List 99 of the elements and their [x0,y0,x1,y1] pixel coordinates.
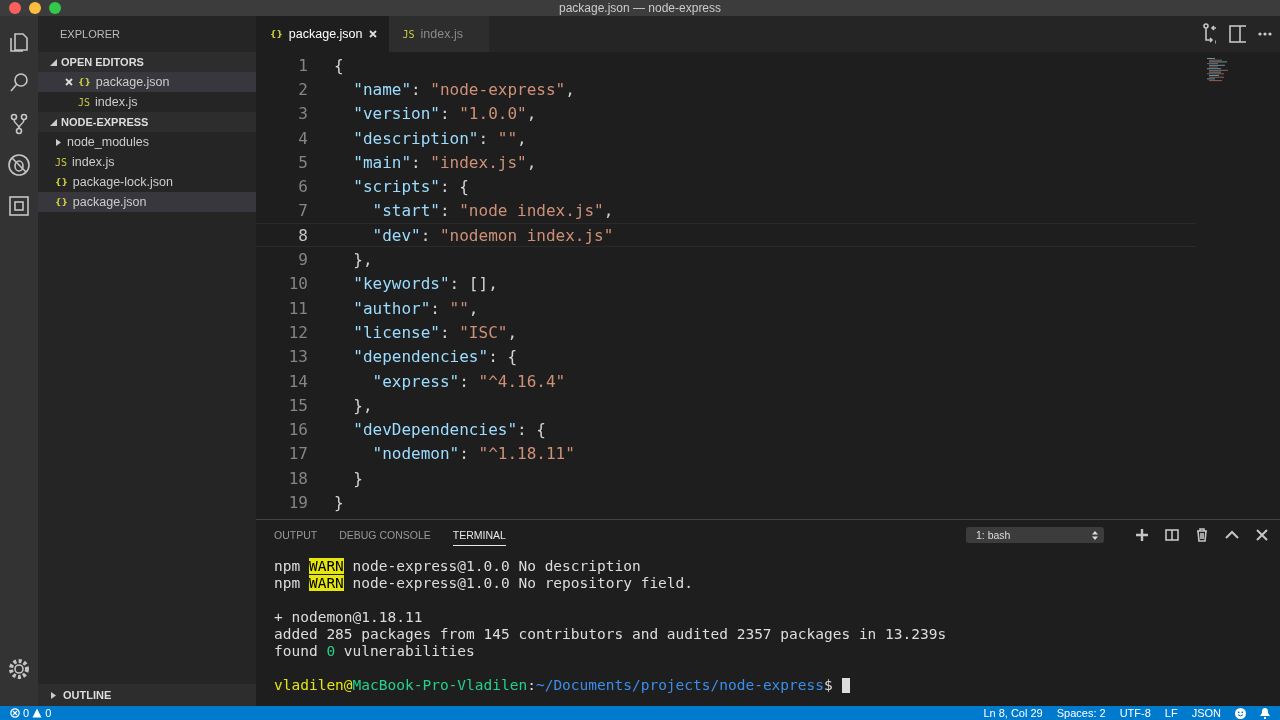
sidebar-title: EXPLORER [60,28,120,40]
line-number: 8 [297,225,308,245]
error-icon[interactable] [10,708,20,718]
line-number: 12 [287,322,308,342]
line-number: 1 [297,55,308,75]
minimize-window-button[interactable] [29,2,41,14]
status-item[interactable]: LF [1164,707,1178,719]
file-item[interactable]: package.json [95,75,170,89]
panel-tab[interactable]: TERMINAL [452,524,506,546]
code-line: "keywords": [], [352,274,498,294]
chevron-icon[interactable] [55,138,62,146]
panel-tab[interactable]: DEBUG CONSOLE [339,525,431,545]
code-line: "express": "^4.16.4" [371,371,566,391]
js-file-icon: JS [402,28,415,40]
warning-icon[interactable] [32,708,43,718]
code-line: "name": "node-express", [352,79,575,99]
close-window-button[interactable] [9,2,21,14]
close-icon[interactable] [1254,527,1270,543]
code-line: "author": "", [352,298,479,318]
line-number: 7 [297,201,308,221]
code-line: "description": "", [352,128,527,148]
line-number: 3 [297,104,308,124]
terminal-line: vladilen@MacBook-Pro-Vladilen:~/Documents/projects/node-express$ [274,677,833,694]
code-line: } [334,493,344,512]
code-line: "nodemon": "^1.18.11" [371,444,575,464]
split-editor-icon[interactable] [1228,22,1246,46]
line-number: 18 [287,468,308,488]
window-title: package.json — node-express [558,1,722,15]
json-file-icon: {} [270,29,283,39]
terminal-line: added 285 packages from 145 contributors and audited 2357 packages in 13.239s [274,626,947,643]
minimap [1206,58,1228,82]
json-file-icon: {} [55,197,68,207]
smiley-icon[interactable] [1235,707,1246,719]
json-file-icon: {} [55,177,68,187]
editor-tab[interactable]: {} package.json [256,16,389,52]
status-item[interactable]: JSON [1191,707,1221,719]
code-line: }, [352,250,373,269]
code-line: "dependencies": { [352,347,518,367]
files-icon[interactable] [7,30,31,54]
line-number: 11 [287,298,308,318]
trash-icon[interactable] [1194,527,1210,543]
extensions-icon[interactable] [7,194,31,218]
plus-icon[interactable] [1134,527,1150,543]
code-line: { [334,55,344,75]
section-header[interactable]: OUTLINE [63,689,112,701]
debug-icon[interactable] [7,153,31,177]
error-count[interactable]: 0 [23,707,30,719]
status-item[interactable]: UTF-8 [1119,707,1151,719]
code-line: "license": "ISC", [352,322,518,342]
line-number: 15 [287,395,308,415]
code-line: }, [352,395,373,415]
line-number: 14 [287,371,308,391]
maximize-window-button[interactable] [49,2,61,14]
panel-tab[interactable]: OUTPUT [274,525,318,545]
editor-tab[interactable]: JS index.js [388,16,489,52]
json-file-icon: {} [78,77,91,87]
line-number: 4 [297,128,308,148]
line-number: 6 [297,177,308,197]
code-line: } [352,468,363,488]
compare-icon[interactable] [1200,22,1216,46]
terminal-select[interactable]: 1: bash [966,527,1104,543]
line-number: 16 [287,420,308,440]
split-icon[interactable] [1164,527,1180,543]
line-number: 13 [287,347,308,367]
file-item[interactable]: package.json [72,195,147,209]
warning-count[interactable]: 0 [45,707,52,719]
js-file-icon: JS [55,156,68,168]
terminal-line: npm WARN node-express@1.0.0 No description [274,558,641,575]
line-number: 17 [287,444,308,464]
code-line: "main": "index.js", [352,152,537,172]
terminal-line: + nodemon@1.18.11 [274,609,423,626]
file-item[interactable]: node_modules [67,135,149,149]
file-item[interactable]: package-lock.json [72,175,173,189]
code-line: "scripts": { [352,177,469,197]
file-item[interactable]: index.js [95,95,138,109]
line-number: 2 [297,79,308,99]
line-number: 19 [287,493,308,512]
more-icon[interactable] [1258,32,1272,36]
close-icon[interactable] [65,78,73,86]
updown-icon[interactable] [1092,530,1098,540]
chevron-icon[interactable] [50,118,57,126]
bell-icon[interactable] [1260,707,1270,719]
line-number: 9 [297,250,308,269]
code-line: "devDependencies": { [352,420,546,440]
file-item[interactable]: index.js [72,155,115,169]
terminal-line: npm WARN node-express@1.0.0 No repository field. [274,575,694,592]
settings-icon[interactable] [7,657,31,681]
code-line: "start": "node index.js", [371,201,614,221]
line-number: 10 [287,274,308,294]
code-line: "version": "1.0.0", [352,104,537,124]
js-file-icon: JS [78,96,91,108]
close-icon[interactable] [368,30,377,38]
code-line: "dev": "nodemon index.js" [371,225,614,245]
line-number: 5 [297,152,308,172]
status-item[interactable]: Spaces: 2 [1056,707,1106,719]
status-item[interactable]: Ln 8, Col 29 [983,707,1043,719]
chevron-icon[interactable] [50,58,57,66]
chevron-icon[interactable] [50,691,57,699]
terminal-line: found 0 vulnerabilities [274,643,475,660]
